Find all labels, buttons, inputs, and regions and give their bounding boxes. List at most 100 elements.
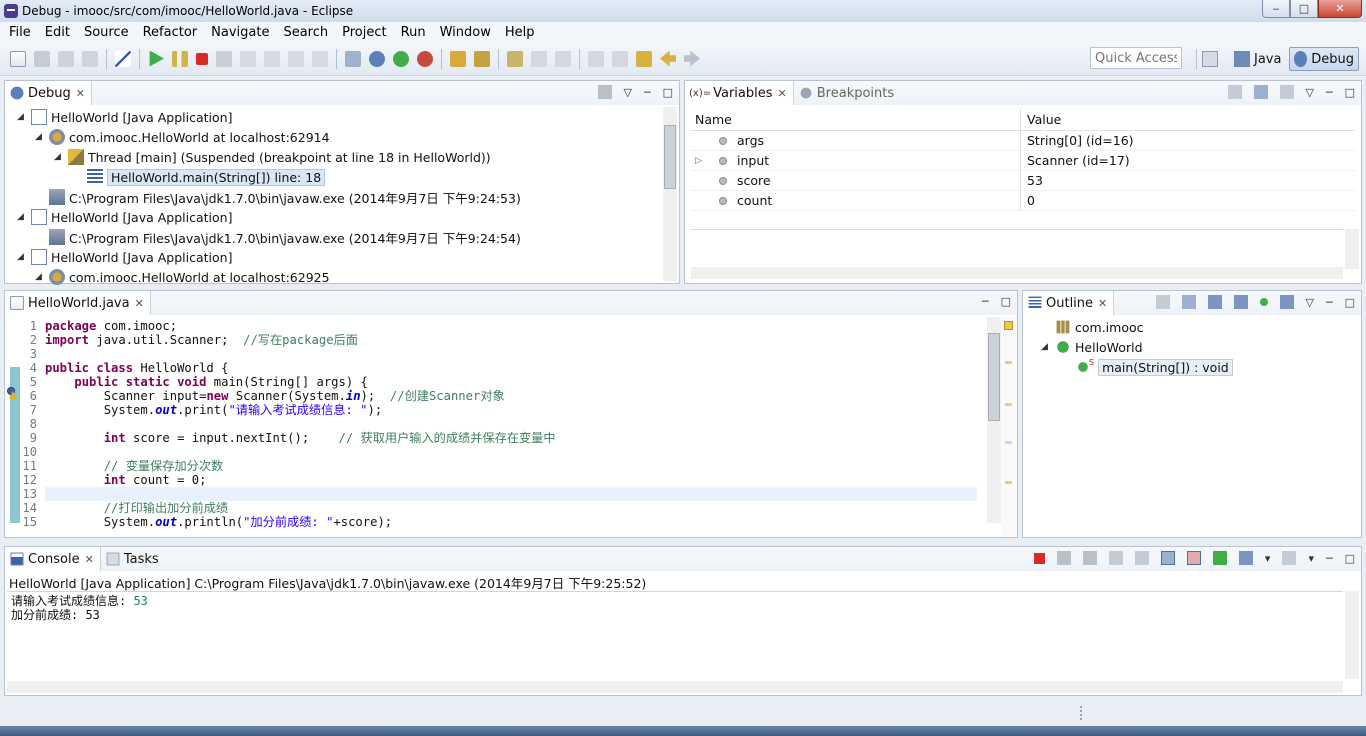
tree-item[interactable]: ◢ HelloWorld [Java Application]: [17, 247, 232, 267]
close-editor-icon[interactable]: ✕: [135, 297, 144, 310]
editor-vertical-scrollbar[interactable]: [987, 317, 1001, 523]
expand-twisty-icon[interactable]: ◢: [17, 212, 27, 222]
overview-marker[interactable]: [1005, 361, 1012, 364]
tab-variables[interactable]: (x)= Variables ✕: [685, 81, 794, 105]
expand-twisty-icon[interactable]: ◢: [35, 272, 45, 282]
terminate-icon[interactable]: [1033, 552, 1045, 564]
step-return-icon[interactable]: [288, 50, 304, 67]
tab-tasks[interactable]: Tasks: [101, 547, 165, 571]
maximize-view-icon[interactable]: □: [1001, 295, 1011, 308]
sort-icon[interactable]: [1181, 295, 1196, 309]
overview-marker[interactable]: [1005, 403, 1012, 406]
close-outline-view-icon[interactable]: ✕: [1098, 297, 1107, 310]
drop-to-frame-icon[interactable]: [312, 50, 328, 67]
open-console-dropdown-icon[interactable]: ▾: [1308, 552, 1314, 565]
table-row[interactable]: score 53: [691, 171, 1355, 191]
close-window-button[interactable]: ✕: [1318, 0, 1362, 18]
hide-static-icon[interactable]: [1233, 295, 1248, 309]
expand-twisty-icon[interactable]: ▷: [695, 156, 703, 166]
minimize-view-icon[interactable]: ─: [644, 86, 651, 99]
expand-twisty-icon[interactable]: ◢: [35, 132, 45, 142]
maximize-view-icon[interactable]: □: [1345, 296, 1355, 309]
code-line[interactable]: 15 System. out .println("加分前成绩: " +score);: [23, 515, 393, 529]
tree-item[interactable]: ◢ com.imooc.HelloWorld at localhost:6291…: [35, 127, 330, 147]
back-icon[interactable]: [660, 50, 676, 67]
code-line[interactable]: 6 Scanner input= new Scanner(System. in); …: [30, 389, 505, 403]
open-perspective-button[interactable]: [1198, 47, 1226, 71]
debug-icon[interactable]: [369, 50, 385, 67]
display-console-dropdown-icon[interactable]: ▾: [1265, 552, 1271, 565]
tree-item[interactable]: ◢ HelloWorld [Java Application]: [17, 107, 232, 127]
code-line[interactable]: 11 // 变量保存加分次数: [23, 459, 224, 473]
suspend-icon[interactable]: [172, 50, 188, 67]
close-debug-view-icon[interactable]: ✕: [76, 87, 85, 100]
open-console-icon[interactable]: [1282, 551, 1297, 565]
tab-outline[interactable]: Outline ✕: [1023, 291, 1115, 315]
outline-item-class[interactable]: ◢ HelloWorld: [1041, 337, 1143, 357]
tab-breakpoints[interactable]: Breakpoints: [794, 81, 900, 105]
code-line[interactable]: 14 //打印输出加分前成绩: [23, 501, 229, 515]
remove-all-terminated-icon[interactable]: [1082, 551, 1097, 565]
overview-warning-marker[interactable]: [1004, 321, 1013, 330]
column-header-name[interactable]: Name: [691, 109, 1021, 130]
perspective-java[interactable]: Java: [1230, 47, 1285, 71]
menu-run[interactable]: Run: [394, 25, 433, 40]
search-icon[interactable]: [474, 50, 490, 67]
minimize-view-icon[interactable]: ─: [1326, 552, 1333, 565]
print-icon[interactable]: [82, 50, 98, 67]
hide-fields-icon[interactable]: [1207, 295, 1222, 309]
show-logical-structure-icon[interactable]: [1253, 85, 1268, 99]
outline-item-method[interactable]: S main(String[]) : void: [1075, 357, 1233, 377]
collapse-all-icon[interactable]: [1155, 295, 1170, 309]
menu-help[interactable]: Help: [498, 25, 542, 40]
menu-refactor[interactable]: Refactor: [136, 25, 205, 40]
menu-window[interactable]: Window: [433, 25, 498, 40]
table-row[interactable]: ▷ input Scanner (id=17): [691, 151, 1355, 171]
maximize-button[interactable]: □: [1290, 0, 1318, 18]
quick-access-input[interactable]: [1090, 47, 1182, 69]
tree-item[interactable]: C:\Program Files\Java\jdk1.7.0\bin\javaw…: [35, 187, 521, 207]
tree-item-selected-frame[interactable]: HelloWorld.main(String[]) line: 18: [73, 167, 326, 187]
hide-local-types-icon[interactable]: [1279, 295, 1294, 309]
tab-helloworld-java[interactable]: HelloWorld.java ✕: [5, 291, 151, 315]
variables-horizontal-scrollbar[interactable]: [691, 267, 1343, 279]
debug-view-scrollbar[interactable]: [663, 107, 677, 281]
show-whitespace-icon[interactable]: [531, 50, 547, 67]
menu-file[interactable]: File: [2, 25, 38, 40]
save-icon[interactable]: [34, 50, 50, 67]
expand-twisty-icon[interactable]: ◢: [17, 112, 27, 122]
close-variables-view-icon[interactable]: ✕: [778, 87, 787, 100]
code-editor[interactable]: 1 package com.imooc; 2 import java.util.Sca…: [5, 317, 1017, 537]
external-tools-icon[interactable]: [417, 50, 433, 67]
table-row[interactable]: args String[0] (id=16): [691, 131, 1355, 151]
tree-item[interactable]: ◢ com.imooc.HelloWorld at localhost:6292…: [35, 267, 330, 287]
view-menu-icon[interactable]: ▽: [1306, 296, 1314, 309]
toggle-mark-occurrences-icon[interactable]: [507, 50, 523, 67]
menu-edit[interactable]: Edit: [38, 25, 77, 40]
menu-search[interactable]: Search: [276, 25, 335, 40]
previous-annotation-icon[interactable]: [612, 50, 628, 67]
expand-twisty-icon[interactable]: ◢: [17, 252, 27, 262]
block-selection-icon[interactable]: [555, 50, 571, 67]
outline-item-package[interactable]: com.imooc: [1041, 317, 1144, 337]
scrollbar-thumb[interactable]: [664, 125, 676, 189]
status-bar-grip[interactable]: [1080, 706, 1083, 720]
variables-detail-scrollbar[interactable]: [1345, 229, 1359, 269]
expand-twisty-icon[interactable]: ◢: [1041, 342, 1051, 352]
run-icon[interactable]: [393, 50, 409, 67]
close-console-view-icon[interactable]: ✕: [85, 553, 94, 566]
overview-marker[interactable]: [1005, 481, 1012, 484]
tab-debug[interactable]: Debug ✕: [5, 81, 92, 105]
save-all-icon[interactable]: [58, 50, 74, 67]
disconnect-icon[interactable]: [216, 50, 232, 67]
maximize-view-icon[interactable]: □: [1345, 86, 1355, 99]
open-type-icon[interactable]: [450, 50, 466, 67]
code-line[interactable]: 12 int count = 0;: [23, 473, 207, 487]
display-console-icon[interactable]: [1238, 551, 1253, 565]
clear-console-icon[interactable]: [1108, 551, 1123, 565]
code-line[interactable]: 9 int score = input.nextInt(); // 获取用户输入…: [30, 431, 556, 445]
resume-icon[interactable]: [149, 50, 164, 67]
console-horizontal-scrollbar[interactable]: [7, 681, 1343, 693]
new-icon[interactable]: [10, 50, 26, 67]
overview-ruler[interactable]: [1001, 317, 1017, 537]
